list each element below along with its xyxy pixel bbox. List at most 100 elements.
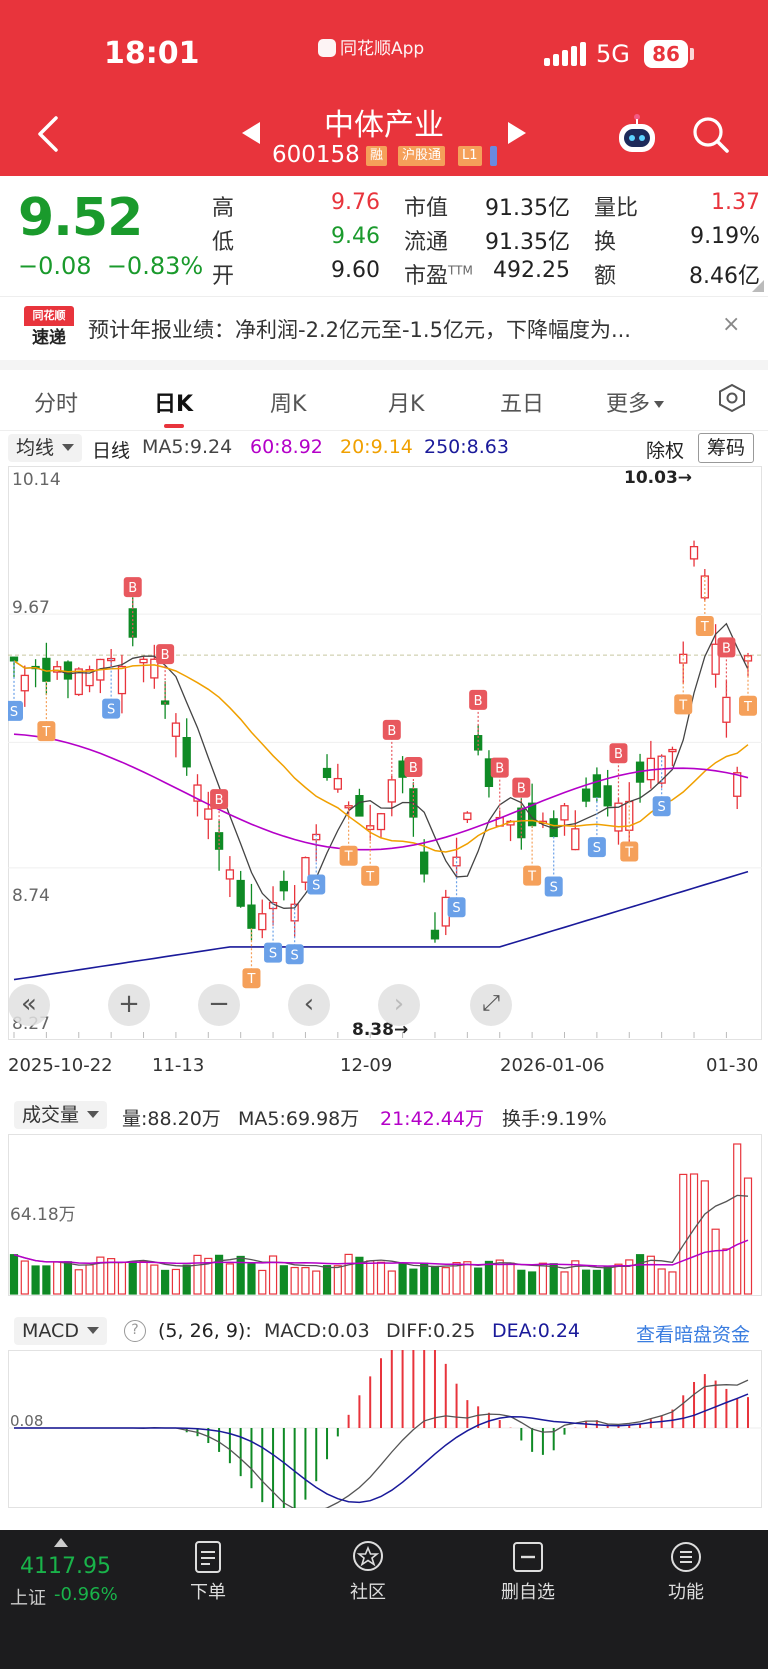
next-stock-icon[interactable]	[508, 122, 526, 144]
tab-monthly-k[interactable]: 月K	[388, 386, 424, 418]
signal-label: T	[527, 870, 536, 885]
signal-label: B	[215, 793, 224, 808]
candle-body	[355, 795, 364, 817]
date-label-1: 2025-10-22	[8, 1055, 113, 1076]
period-label: 日线	[92, 440, 131, 462]
volume-bar	[711, 1228, 720, 1295]
macd-indicator-select[interactable]: MACD	[14, 1317, 107, 1345]
candle-body	[722, 696, 731, 723]
label-turnover: 换	[594, 230, 617, 255]
volume-bar	[161, 1269, 170, 1295]
volume-bar	[171, 1268, 181, 1295]
help-icon[interactable]: ?	[124, 1320, 146, 1342]
dark-pool-link[interactable]: 查看暗盘资金	[636, 1320, 750, 1347]
signal-label: S	[452, 901, 460, 916]
signal-label: S	[291, 948, 299, 963]
tab-more[interactable]: 更多	[606, 386, 665, 418]
volume-bar	[387, 1270, 396, 1295]
signal-label: T	[365, 870, 374, 885]
signal-label: S	[10, 705, 18, 720]
adjust-mode[interactable]: 除权	[646, 436, 684, 463]
label-amount: 额	[594, 264, 617, 289]
tab-daily-k[interactable]: 日K	[154, 386, 193, 418]
volume-bar	[290, 1266, 299, 1295]
signal-label: B	[517, 782, 526, 797]
value-high: 9.76	[331, 190, 380, 215]
remove-watchlist-button[interactable]: 删自选	[478, 1540, 578, 1604]
volume-bar	[301, 1267, 310, 1295]
candle-body	[63, 661, 73, 680]
fullscreen-button[interactable]: ⤢	[470, 984, 512, 1026]
label-volume-ratio: 量比	[594, 196, 639, 221]
chip-distribution-button[interactable]: 筹码	[698, 433, 755, 463]
volume-bar	[344, 1253, 353, 1295]
ma250-line	[13, 870, 749, 981]
divider	[0, 296, 768, 297]
ma20-value: 20:9.14	[340, 436, 413, 458]
volume-bar	[42, 1265, 51, 1295]
close-icon[interactable]: ×	[722, 312, 740, 337]
tab-five-day[interactable]: 五日	[500, 386, 544, 418]
volume-bar	[139, 1260, 148, 1295]
order-button[interactable]: 下单	[158, 1540, 258, 1604]
scroll-left-button[interactable]: ‹	[288, 984, 330, 1026]
volume-bar	[63, 1261, 73, 1295]
section-gap	[0, 360, 768, 370]
volume-bar	[733, 1143, 742, 1295]
label-pe: 市盈TTM	[404, 263, 473, 289]
period-high-marker: 10.03→	[624, 468, 693, 488]
prev-stock-icon[interactable]	[242, 122, 260, 144]
functions-button[interactable]: 功能	[636, 1540, 736, 1604]
index-value[interactable]: 4117.95	[20, 1554, 111, 1579]
app-logo-icon	[318, 39, 336, 57]
value-float-cap: 91.35亿	[485, 230, 570, 255]
value-volume-ratio: 1.37	[711, 190, 760, 215]
ma60-value: 60:8.92	[250, 436, 323, 458]
app-header: 18:01 同花顺App 5G 86 中体产业 600158 融 沪股通 L1	[0, 0, 768, 176]
date-label-5: 01-30	[706, 1055, 759, 1076]
volume-bar	[117, 1261, 127, 1295]
volume-axis-label: 64.18万	[10, 1205, 76, 1225]
robot-assistant-icon[interactable]	[616, 112, 658, 156]
ma-indicator-select[interactable]: 均线	[8, 434, 83, 462]
signal-label: T	[743, 700, 752, 715]
volume-chart[interactable]	[8, 1134, 762, 1296]
volume-bar	[74, 1269, 83, 1295]
tag-hk-connect: 沪股通	[398, 146, 446, 166]
date-label-4: 2026-01-06	[500, 1055, 605, 1076]
signal-label: T	[344, 850, 353, 865]
active-tab-indicator	[164, 424, 184, 428]
volume-bar	[31, 1265, 40, 1295]
y-axis-label-top: 10.14	[12, 470, 61, 490]
candle-body	[571, 828, 580, 851]
expand-up-icon[interactable]	[54, 1538, 68, 1547]
zoom-out-button[interactable]: −	[198, 984, 240, 1026]
volume-bar	[420, 1262, 429, 1295]
community-button[interactable]: 社区	[318, 1540, 418, 1604]
volume-indicator-select[interactable]: 成交量	[14, 1101, 108, 1129]
candle-body	[689, 545, 699, 560]
candle-body	[171, 722, 181, 737]
signal-label: S	[107, 703, 115, 718]
tab-intraday[interactable]: 分时	[34, 386, 78, 418]
zoom-in-button[interactable]: +	[108, 984, 150, 1026]
tab-weekly-k[interactable]: 周K	[270, 386, 306, 418]
macd-value: MACD:0.03	[264, 1320, 370, 1342]
macd-params: (5, 26, 9):	[158, 1320, 252, 1342]
search-icon[interactable]	[690, 114, 730, 154]
volume-bar	[592, 1269, 601, 1295]
volume-bar	[85, 1264, 94, 1295]
kline-chart[interactable]: STSBBBTS SSTTBBSBBBTSSBTSTTBT	[8, 466, 762, 1040]
expand-quote-icon[interactable]	[752, 280, 764, 292]
volume-ma21: 21:42.44万	[380, 1108, 484, 1130]
volume-bar	[657, 1268, 666, 1295]
candle-body	[204, 808, 213, 820]
candle-body	[560, 805, 569, 821]
signal-label: B	[474, 694, 483, 709]
macd-chart[interactable]	[8, 1350, 762, 1508]
scroll-right-button[interactable]: ›	[378, 984, 420, 1026]
volume-bar	[312, 1270, 321, 1295]
news-headline[interactable]: 预计年报业绩：净利润-2.2亿元至-1.5亿元，下降幅度为...	[88, 314, 716, 344]
scroll-start-button[interactable]: «	[8, 984, 50, 1026]
chart-settings-icon[interactable]	[716, 382, 748, 414]
